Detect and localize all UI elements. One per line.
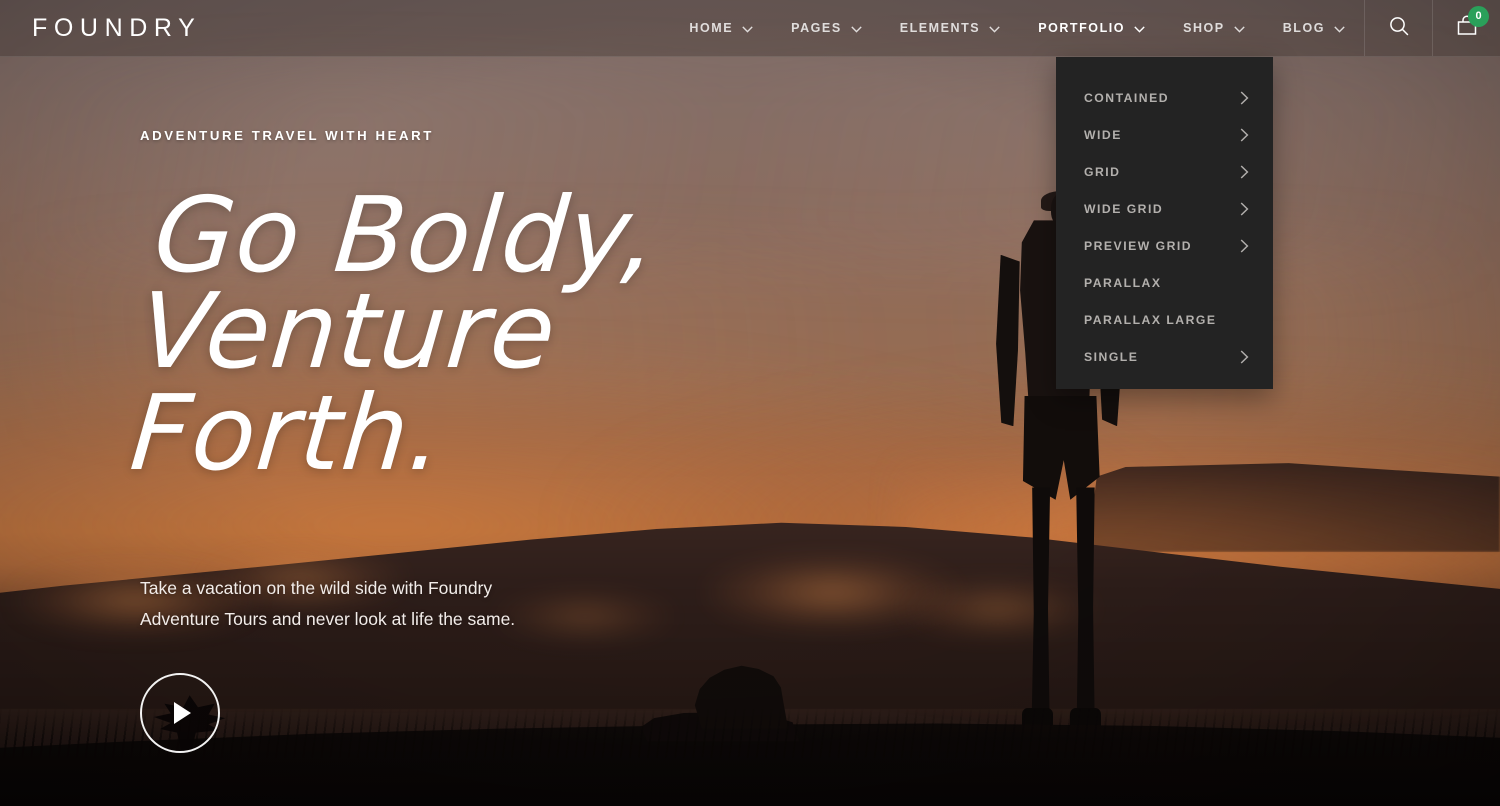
nav-label: ELEMENTS — [899, 21, 981, 35]
chevron-right-icon — [1240, 349, 1249, 364]
dropdown-label: WIDE — [1084, 127, 1122, 142]
hiker-shorts — [1022, 395, 1100, 500]
hero-content: ADVENTURE TRAVEL WITH HEART Go Boldy, Ve… — [126, 128, 860, 753]
hiker-arm-left — [996, 254, 1020, 427]
hero-headline: Go Boldy, Venture Forth. — [126, 174, 873, 494]
hero-section: FOUNDRY HOME PAGES ELEMENTS PORTFOLIO SH… — [0, 0, 1500, 806]
chevron-right-icon — [1240, 164, 1249, 179]
chevron-down-icon — [851, 25, 862, 33]
chevron-down-icon — [1134, 25, 1145, 33]
portfolio-dropdown-menu: CONTAINED WIDE GRID WIDE GRID PREVIEW GR… — [1056, 57, 1273, 389]
dropdown-item-contained[interactable]: CONTAINED — [1056, 79, 1273, 116]
dropdown-item-wide[interactable]: WIDE — [1056, 116, 1273, 153]
cart-button[interactable]: 0 — [1432, 0, 1500, 56]
search-button[interactable] — [1364, 0, 1432, 56]
search-icon — [1387, 14, 1411, 43]
nav-label: PAGES — [791, 21, 842, 35]
main-navigation: HOME PAGES ELEMENTS PORTFOLIO SHOP BLOG — [670, 0, 1364, 56]
dropdown-item-preview-grid[interactable]: PREVIEW GRID — [1056, 227, 1273, 264]
chevron-down-icon — [1334, 25, 1345, 33]
dropdown-item-wide-grid[interactable]: WIDE GRID — [1056, 190, 1273, 227]
nav-item-portfolio[interactable]: PORTFOLIO — [1019, 0, 1164, 56]
dropdown-label: PARALLAX — [1084, 275, 1162, 290]
dropdown-label: CONTAINED — [1084, 90, 1170, 105]
nav-label: HOME — [689, 21, 734, 35]
nav-item-elements[interactable]: ELEMENTS — [881, 0, 1019, 56]
hero-description: Take a vacation on the wild side with Fo… — [140, 577, 516, 629]
nav-item-home[interactable]: HOME — [670, 0, 772, 56]
site-header: FOUNDRY HOME PAGES ELEMENTS PORTFOLIO SH… — [0, 0, 1500, 57]
nav-item-blog[interactable]: BLOG — [1264, 0, 1364, 56]
dropdown-label: WIDE GRID — [1084, 201, 1164, 216]
dropdown-label: PARALLAX LARGE — [1084, 312, 1217, 327]
play-icon — [174, 702, 191, 724]
dropdown-item-grid[interactable]: GRID — [1056, 153, 1273, 190]
dropdown-label: SINGLE — [1084, 349, 1139, 364]
nav-label: BLOG — [1282, 21, 1325, 35]
dropdown-item-parallax[interactable]: PARALLAX — [1056, 264, 1273, 301]
chevron-right-icon — [1240, 127, 1249, 142]
nav-label: SHOP — [1183, 21, 1225, 35]
hiker-leg-right — [1076, 487, 1095, 721]
cart-count-badge: 0 — [1468, 6, 1489, 27]
chevron-down-icon — [742, 25, 753, 33]
play-video-button[interactable] — [140, 673, 220, 753]
hiker-leg-left — [1031, 487, 1051, 721]
dropdown-label: PREVIEW GRID — [1084, 238, 1193, 253]
dropdown-item-single[interactable]: SINGLE — [1056, 338, 1273, 375]
chevron-right-icon — [1240, 238, 1249, 253]
chevron-right-icon — [1240, 201, 1249, 216]
chevron-right-icon — [1240, 90, 1249, 105]
hero-headline-line-2: Venture Forth. — [126, 269, 562, 494]
dropdown-label: GRID — [1084, 164, 1121, 179]
site-logo[interactable]: FOUNDRY — [0, 0, 201, 56]
nav-item-shop[interactable]: SHOP — [1164, 0, 1264, 56]
nav-item-pages[interactable]: PAGES — [772, 0, 881, 56]
dropdown-item-parallax-large[interactable]: PARALLAX LARGE — [1056, 301, 1273, 338]
hero-eyebrow: ADVENTURE TRAVEL WITH HEART — [140, 128, 434, 143]
nav-label: PORTFOLIO — [1038, 21, 1126, 35]
chevron-down-icon — [1233, 25, 1245, 33]
chevron-down-icon — [989, 25, 1000, 33]
